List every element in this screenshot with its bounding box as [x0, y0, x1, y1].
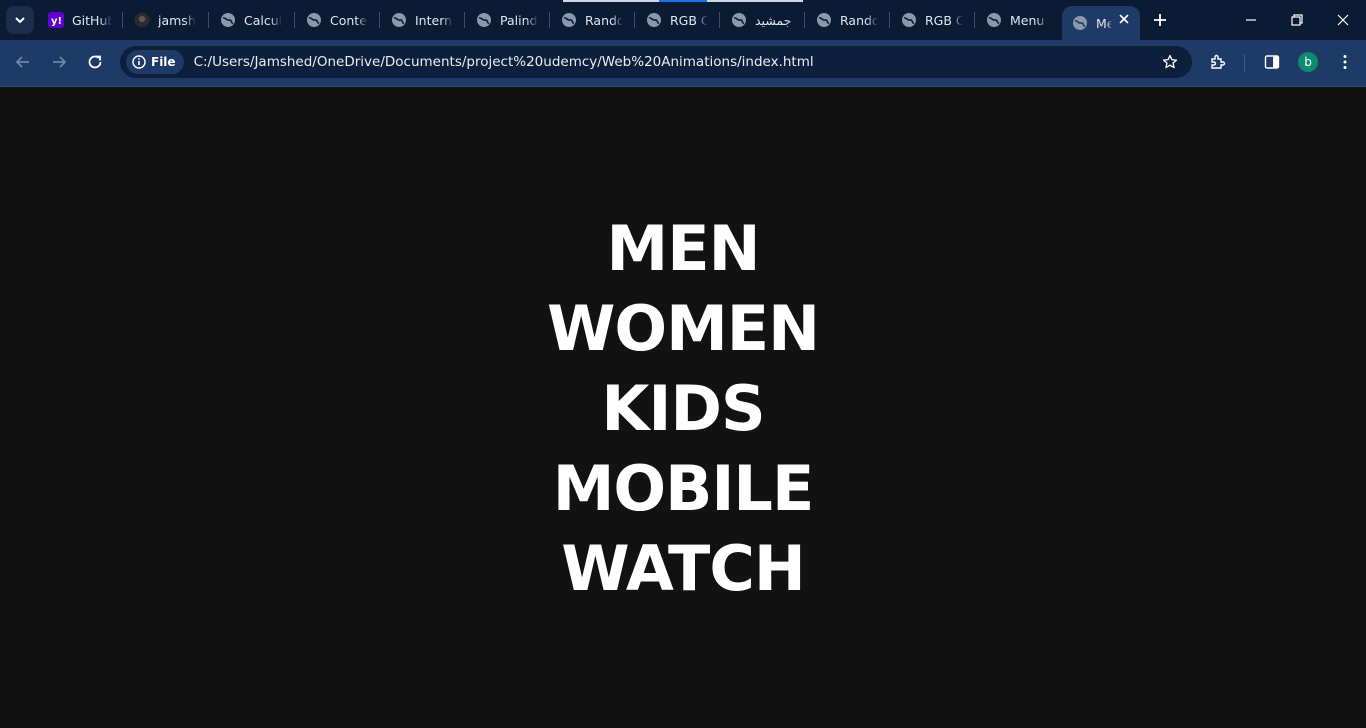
address-bar[interactable]: File C:/Users/Jamshed/OneDrive/Documents… — [120, 46, 1192, 78]
globe-icon — [901, 12, 917, 28]
tab-title: Random — [840, 12, 878, 28]
tab-separator — [889, 12, 890, 28]
tab-title: RGB Color — [925, 12, 963, 28]
browser-toolbar: File C:/Users/Jamshed/OneDrive/Documents… — [0, 40, 1366, 87]
forward-arrow-icon[interactable] — [50, 53, 68, 75]
back-arrow-icon[interactable] — [14, 53, 32, 75]
loading-bar — [563, 0, 803, 2]
tab-title: GitHub — [72, 12, 112, 28]
tab-calculator[interactable]: Calculator — [210, 6, 294, 34]
tab-random-2[interactable]: Random — [806, 6, 890, 34]
tab-separator — [974, 12, 975, 28]
category-menu: MEN WOMEN KIDS MOBILE WATCH — [0, 209, 1366, 609]
tab-menu[interactable]: Menu — [976, 6, 1060, 34]
more-menu-icon[interactable] — [1336, 53, 1354, 75]
tab-title: RGB Color — [670, 12, 708, 28]
tab-content[interactable]: Content — [296, 6, 380, 34]
tab-separator — [549, 12, 550, 28]
svg-text:y!: y! — [51, 16, 62, 27]
tab-separator — [208, 12, 209, 28]
tab-title: Menu — [1096, 15, 1112, 31]
tab-search-button[interactable] — [6, 6, 34, 34]
tab-title: jamshed — [158, 12, 196, 28]
new-tab-icon[interactable] — [1150, 10, 1170, 34]
chip-label: File — [151, 55, 176, 69]
tab-jamshed-urdu[interactable]: جمشید — [721, 6, 805, 34]
tab-title: Menu — [1010, 12, 1045, 28]
menu-item-watch[interactable]: WATCH — [561, 529, 805, 609]
extensions-icon[interactable] — [1209, 53, 1227, 75]
tab-internet[interactable]: Internet — [381, 6, 465, 34]
globe-icon — [220, 12, 236, 28]
bookmark-star-icon[interactable] — [1162, 54, 1178, 74]
globe-icon — [476, 12, 492, 28]
tab-strip: y! GitHub jamshed Calculator Content — [0, 0, 1366, 40]
tab-title: Calculator — [244, 12, 282, 28]
globe-icon — [561, 12, 577, 28]
tab-separator — [464, 12, 465, 28]
globe-icon — [646, 12, 662, 28]
page-viewport: MEN WOMEN KIDS MOBILE WATCH — [0, 87, 1366, 728]
globe-icon — [1072, 15, 1088, 31]
tab-github[interactable]: y! GitHub — [38, 6, 122, 34]
chevron-down-icon — [15, 17, 25, 24]
tab-menu-active[interactable]: Menu — [1062, 6, 1140, 40]
minimize-icon[interactable] — [1244, 12, 1258, 31]
tab-palindrome[interactable]: Palindrome — [466, 6, 550, 34]
reload-icon[interactable] — [86, 53, 104, 75]
github-icon — [134, 12, 150, 28]
globe-icon — [986, 12, 1002, 28]
tab-random[interactable]: Random — [551, 6, 635, 34]
tab-jamshed[interactable]: jamshed — [124, 6, 208, 34]
tab-separator — [804, 12, 805, 28]
tab-title: Random — [585, 12, 623, 28]
menu-item-men[interactable]: MEN — [607, 209, 761, 289]
tab-title: جمشید — [755, 12, 792, 28]
tab-rgb-color[interactable]: RGB Color — [636, 6, 720, 34]
toolbar-divider — [1244, 54, 1245, 72]
tab-rgb-color-2[interactable]: RGB Color — [891, 6, 975, 34]
tab-separator — [719, 12, 720, 28]
site-info-chip[interactable]: File — [126, 50, 184, 74]
globe-icon — [731, 12, 747, 28]
tab-title: Content — [330, 12, 368, 28]
tab-separator — [379, 12, 380, 28]
menu-item-kids[interactable]: KIDS — [601, 369, 765, 449]
close-window-icon[interactable] — [1336, 12, 1350, 31]
url-text[interactable]: C:/Users/Jamshed/OneDrive/Documents/proj… — [194, 54, 814, 70]
side-panel-icon[interactable] — [1263, 53, 1281, 75]
tab-separator — [122, 12, 123, 28]
menu-item-women[interactable]: WOMEN — [547, 289, 820, 369]
globe-icon — [816, 12, 832, 28]
globe-icon — [306, 12, 322, 28]
profile-avatar[interactable]: b — [1298, 52, 1318, 72]
menu-item-mobile[interactable]: MOBILE — [553, 449, 815, 529]
tab-title: Palindrome — [500, 12, 538, 28]
close-tab-icon[interactable] — [1118, 13, 1130, 28]
info-icon — [132, 55, 146, 69]
tab-separator — [634, 12, 635, 28]
restore-icon[interactable] — [1290, 12, 1304, 31]
tab-separator — [294, 12, 295, 28]
tab-title: Internet — [415, 12, 453, 28]
yahoo-icon: y! — [48, 12, 64, 28]
globe-icon — [391, 12, 407, 28]
